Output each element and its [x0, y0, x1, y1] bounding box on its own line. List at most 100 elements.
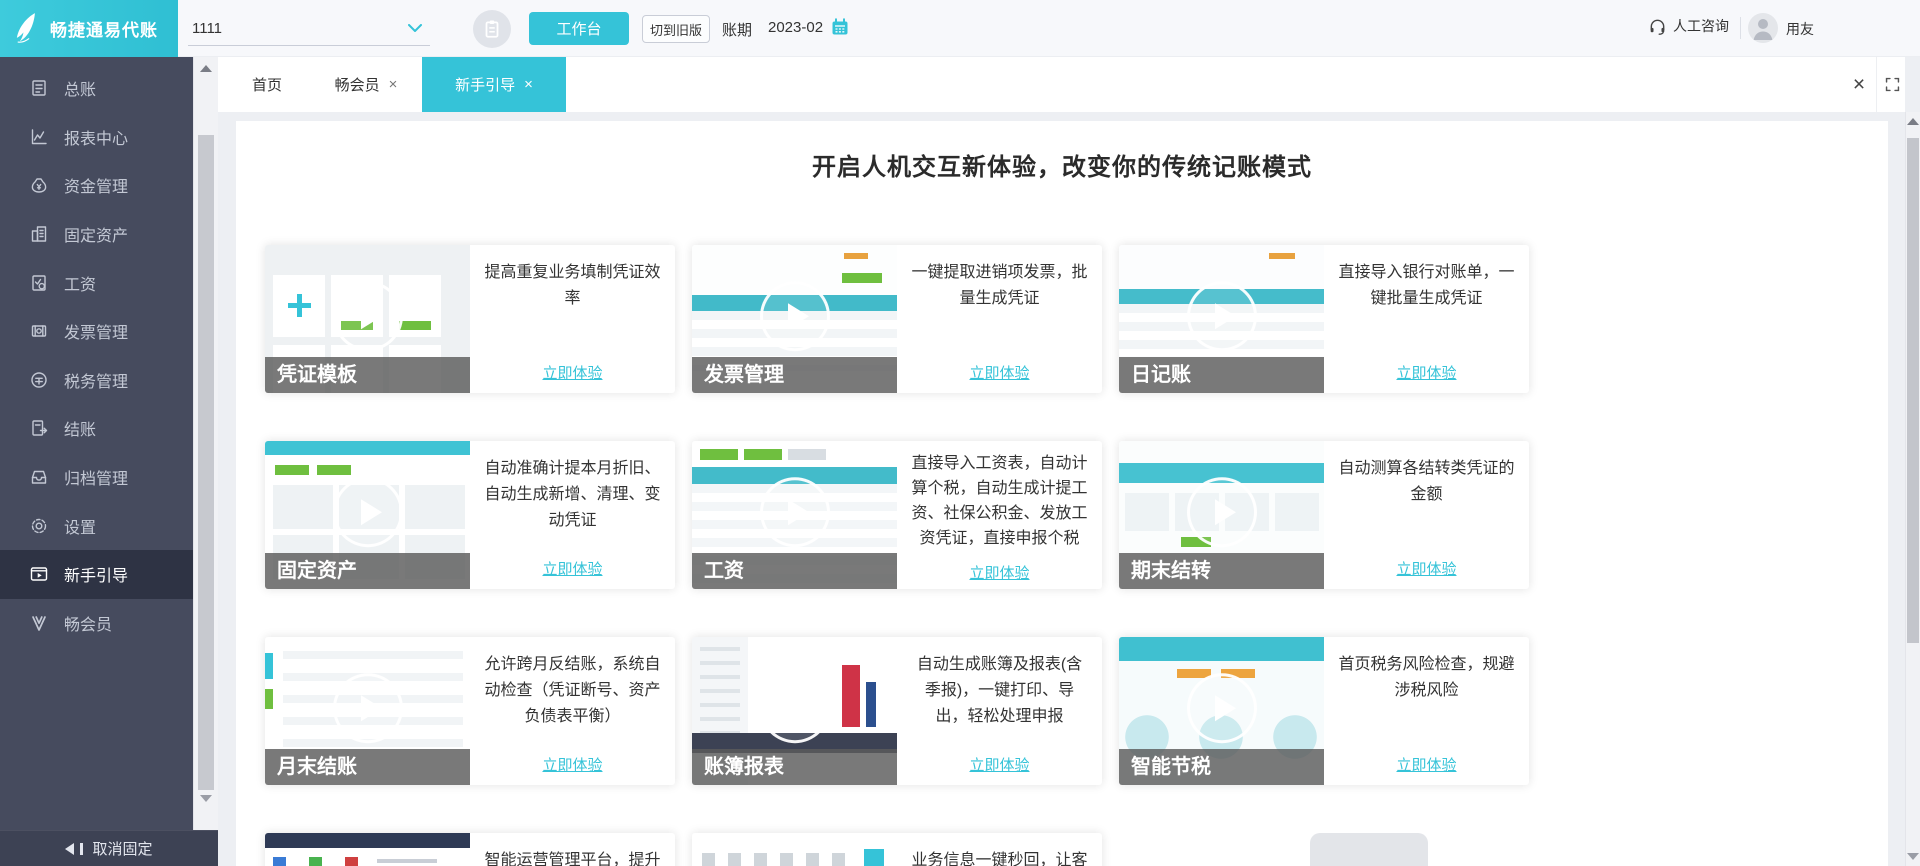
tab-beginner-guide-active[interactable]: 新手引导 ×: [422, 57, 566, 112]
try-now-link[interactable]: 立即体验: [897, 562, 1102, 583]
sidebar-item-member[interactable]: 畅会员: [0, 599, 193, 648]
switch-old-version-button[interactable]: 切到旧版: [642, 15, 710, 43]
sidebar-item-funds-management[interactable]: 资金管理: [0, 161, 193, 210]
page-scrollbar-thumb[interactable]: [1907, 138, 1919, 643]
play-button-icon[interactable]: [1186, 477, 1257, 548]
scroll-down-button[interactable]: [200, 795, 212, 802]
play-button-icon[interactable]: [1186, 673, 1257, 744]
scroll-up-button[interactable]: [200, 65, 212, 72]
live-support-button[interactable]: 人工咨询: [1648, 16, 1729, 36]
close-books-icon: [32, 420, 48, 437]
sidebar-item-salary[interactable]: 工资: [0, 258, 193, 307]
fullscreen-icon[interactable]: [1884, 76, 1901, 98]
play-triangle: [360, 695, 382, 722]
play-button-icon[interactable]: [332, 673, 403, 744]
sidebar-item-report-center[interactable]: 报表中心: [0, 113, 193, 162]
play-button-icon[interactable]: [1186, 281, 1257, 352]
try-now-link[interactable]: 立即体验: [470, 362, 675, 383]
sidebar-item-label: 畅会员: [64, 616, 113, 634]
tab-close-icon[interactable]: ×: [524, 76, 533, 93]
feature-description: 直接导入银行对账单，一键批量生成凭证: [1338, 264, 1515, 307]
settings-gear-icon: [31, 518, 47, 533]
workbench-button[interactable]: 工作台: [529, 12, 629, 45]
feature-description: 提高重复业务填制凭证效率: [484, 264, 661, 307]
sidebar-item-closing[interactable]: 结账: [0, 404, 193, 453]
try-now-link[interactable]: 立即体验: [1324, 754, 1529, 775]
video-title: 工资: [692, 553, 897, 589]
try-now-link[interactable]: 立即体验: [1324, 558, 1529, 579]
video-thumbnail[interactable]: 固定资产: [265, 441, 470, 589]
unpin-icon-bar: [80, 842, 84, 855]
video-guide-icon: [30, 567, 48, 581]
tab-close-icon[interactable]: ×: [389, 76, 398, 93]
sidebar-item-label: 资金管理: [64, 179, 129, 197]
try-now-link[interactable]: 立即体验: [470, 754, 675, 775]
close-tab-icon[interactable]: ×: [1843, 57, 1875, 112]
top-header: 畅捷通易代账 1111 工作台 切到旧版 账期 2023-02 人工咨询 用友: [0, 0, 1920, 57]
building-icon: [31, 226, 47, 242]
play-button-icon[interactable]: [759, 673, 830, 744]
tab-bar: 首页 畅会员 × 新手引导 × ×: [218, 57, 1905, 112]
play-button-icon[interactable]: [332, 477, 403, 548]
video-title: 发票管理: [692, 357, 897, 393]
tab-label: 首页: [251, 77, 282, 94]
video-thumbnail[interactable]: 月末结账: [265, 637, 470, 785]
sidebar-item-settings[interactable]: 设置: [0, 501, 193, 550]
ledger-icon: [32, 80, 46, 96]
header-divider: [1740, 17, 1741, 39]
try-now-link[interactable]: 立即体验: [897, 362, 1102, 383]
notice-badge-button[interactable]: [473, 10, 511, 48]
unpin-sidebar-button[interactable]: 取消固定: [0, 830, 218, 866]
sidebar-item-beginner-guide[interactable]: 新手引导: [0, 549, 193, 599]
video-thumbnail[interactable]: [692, 833, 897, 866]
scroll-up-button[interactable]: [1907, 118, 1919, 125]
video-thumbnail[interactable]: 工资: [692, 441, 897, 589]
sidebar-item-label: 固定资产: [64, 228, 129, 246]
sidebar-item-fixed-assets[interactable]: 固定资产: [0, 210, 193, 259]
play-button-icon[interactable]: [332, 281, 403, 352]
feature-card-fixed-assets: 固定资产 自动准确计提本月折旧、自动生成新增、清理、变动凭证 立即体验: [265, 441, 675, 589]
tab-home[interactable]: 首页: [236, 57, 298, 112]
try-now-link[interactable]: 立即体验: [1324, 362, 1529, 383]
video-thumbnail[interactable]: 日记账: [1119, 245, 1324, 393]
feature-description: 自动生成账簿及报表(含季报)，一键打印、导出，轻松处理申报: [916, 656, 1083, 725]
user-avatar[interactable]: [1748, 13, 1778, 43]
sidebar-item-tax-management[interactable]: 税务管理: [0, 356, 193, 405]
feature-card-operations: 智能运营管理平台，提升: [265, 833, 675, 866]
play-triangle: [360, 499, 382, 526]
feature-description: 自动准确计提本月折旧、自动生成新增、清理、变动凭证: [484, 460, 661, 529]
video-title: 月末结账: [265, 749, 470, 785]
try-now-link[interactable]: 立即体验: [897, 754, 1102, 775]
video-thumbnail[interactable]: 账簿报表: [692, 637, 897, 785]
sidebar-item-archive-management[interactable]: 归档管理: [0, 453, 193, 502]
money-bag-icon: [31, 178, 47, 194]
user-name[interactable]: 用友: [1786, 19, 1814, 39]
scroll-down-button[interactable]: [1907, 853, 1919, 860]
tab-member[interactable]: 畅会员 ×: [322, 57, 410, 112]
sidebar-scrollbar-thumb[interactable]: [198, 135, 214, 790]
sidebar-scrollbar[interactable]: [193, 57, 218, 830]
video-thumbnail[interactable]: [265, 833, 470, 866]
sidebar-item-label: 报表中心: [64, 130, 129, 148]
account-selector[interactable]: 1111: [188, 11, 430, 46]
video-thumbnail[interactable]: 凭证模板: [265, 245, 470, 393]
sidebar-item-general-ledger[interactable]: 总账: [0, 64, 193, 113]
feature-card-salary: 工资 直接导入工资表，自动计算个税，自动生成计提工资、社保公积金、发放工资凭证，…: [692, 441, 1102, 589]
sidebar-item-invoice-management[interactable]: 发票管理: [0, 307, 193, 356]
play-triangle: [1214, 499, 1236, 526]
play-button-icon[interactable]: [759, 477, 830, 548]
period-value[interactable]: 2023-02: [768, 19, 823, 36]
feature-card-reports: 账簿报表 自动生成账簿及报表(含季报)，一键打印、导出，轻松处理申报 立即体验: [692, 637, 1102, 785]
period-label: 账期: [722, 22, 753, 39]
video-thumbnail[interactable]: 期末结转: [1119, 441, 1324, 589]
salary-sheet-icon: [32, 274, 46, 291]
play-button-icon[interactable]: [759, 281, 830, 352]
video-thumbnail[interactable]: 智能节税: [1119, 637, 1324, 785]
feature-description: 一键提取进销项发票，批量生成凭证: [911, 264, 1088, 307]
page-scrollbar[interactable]: [1905, 112, 1920, 866]
sidebar-item-label: 归档管理: [64, 471, 129, 489]
try-now-link[interactable]: 立即体验: [470, 558, 675, 579]
video-thumbnail[interactable]: 发票管理: [692, 245, 897, 393]
calendar-icon[interactable]: [830, 17, 850, 42]
play-triangle: [1214, 303, 1236, 330]
